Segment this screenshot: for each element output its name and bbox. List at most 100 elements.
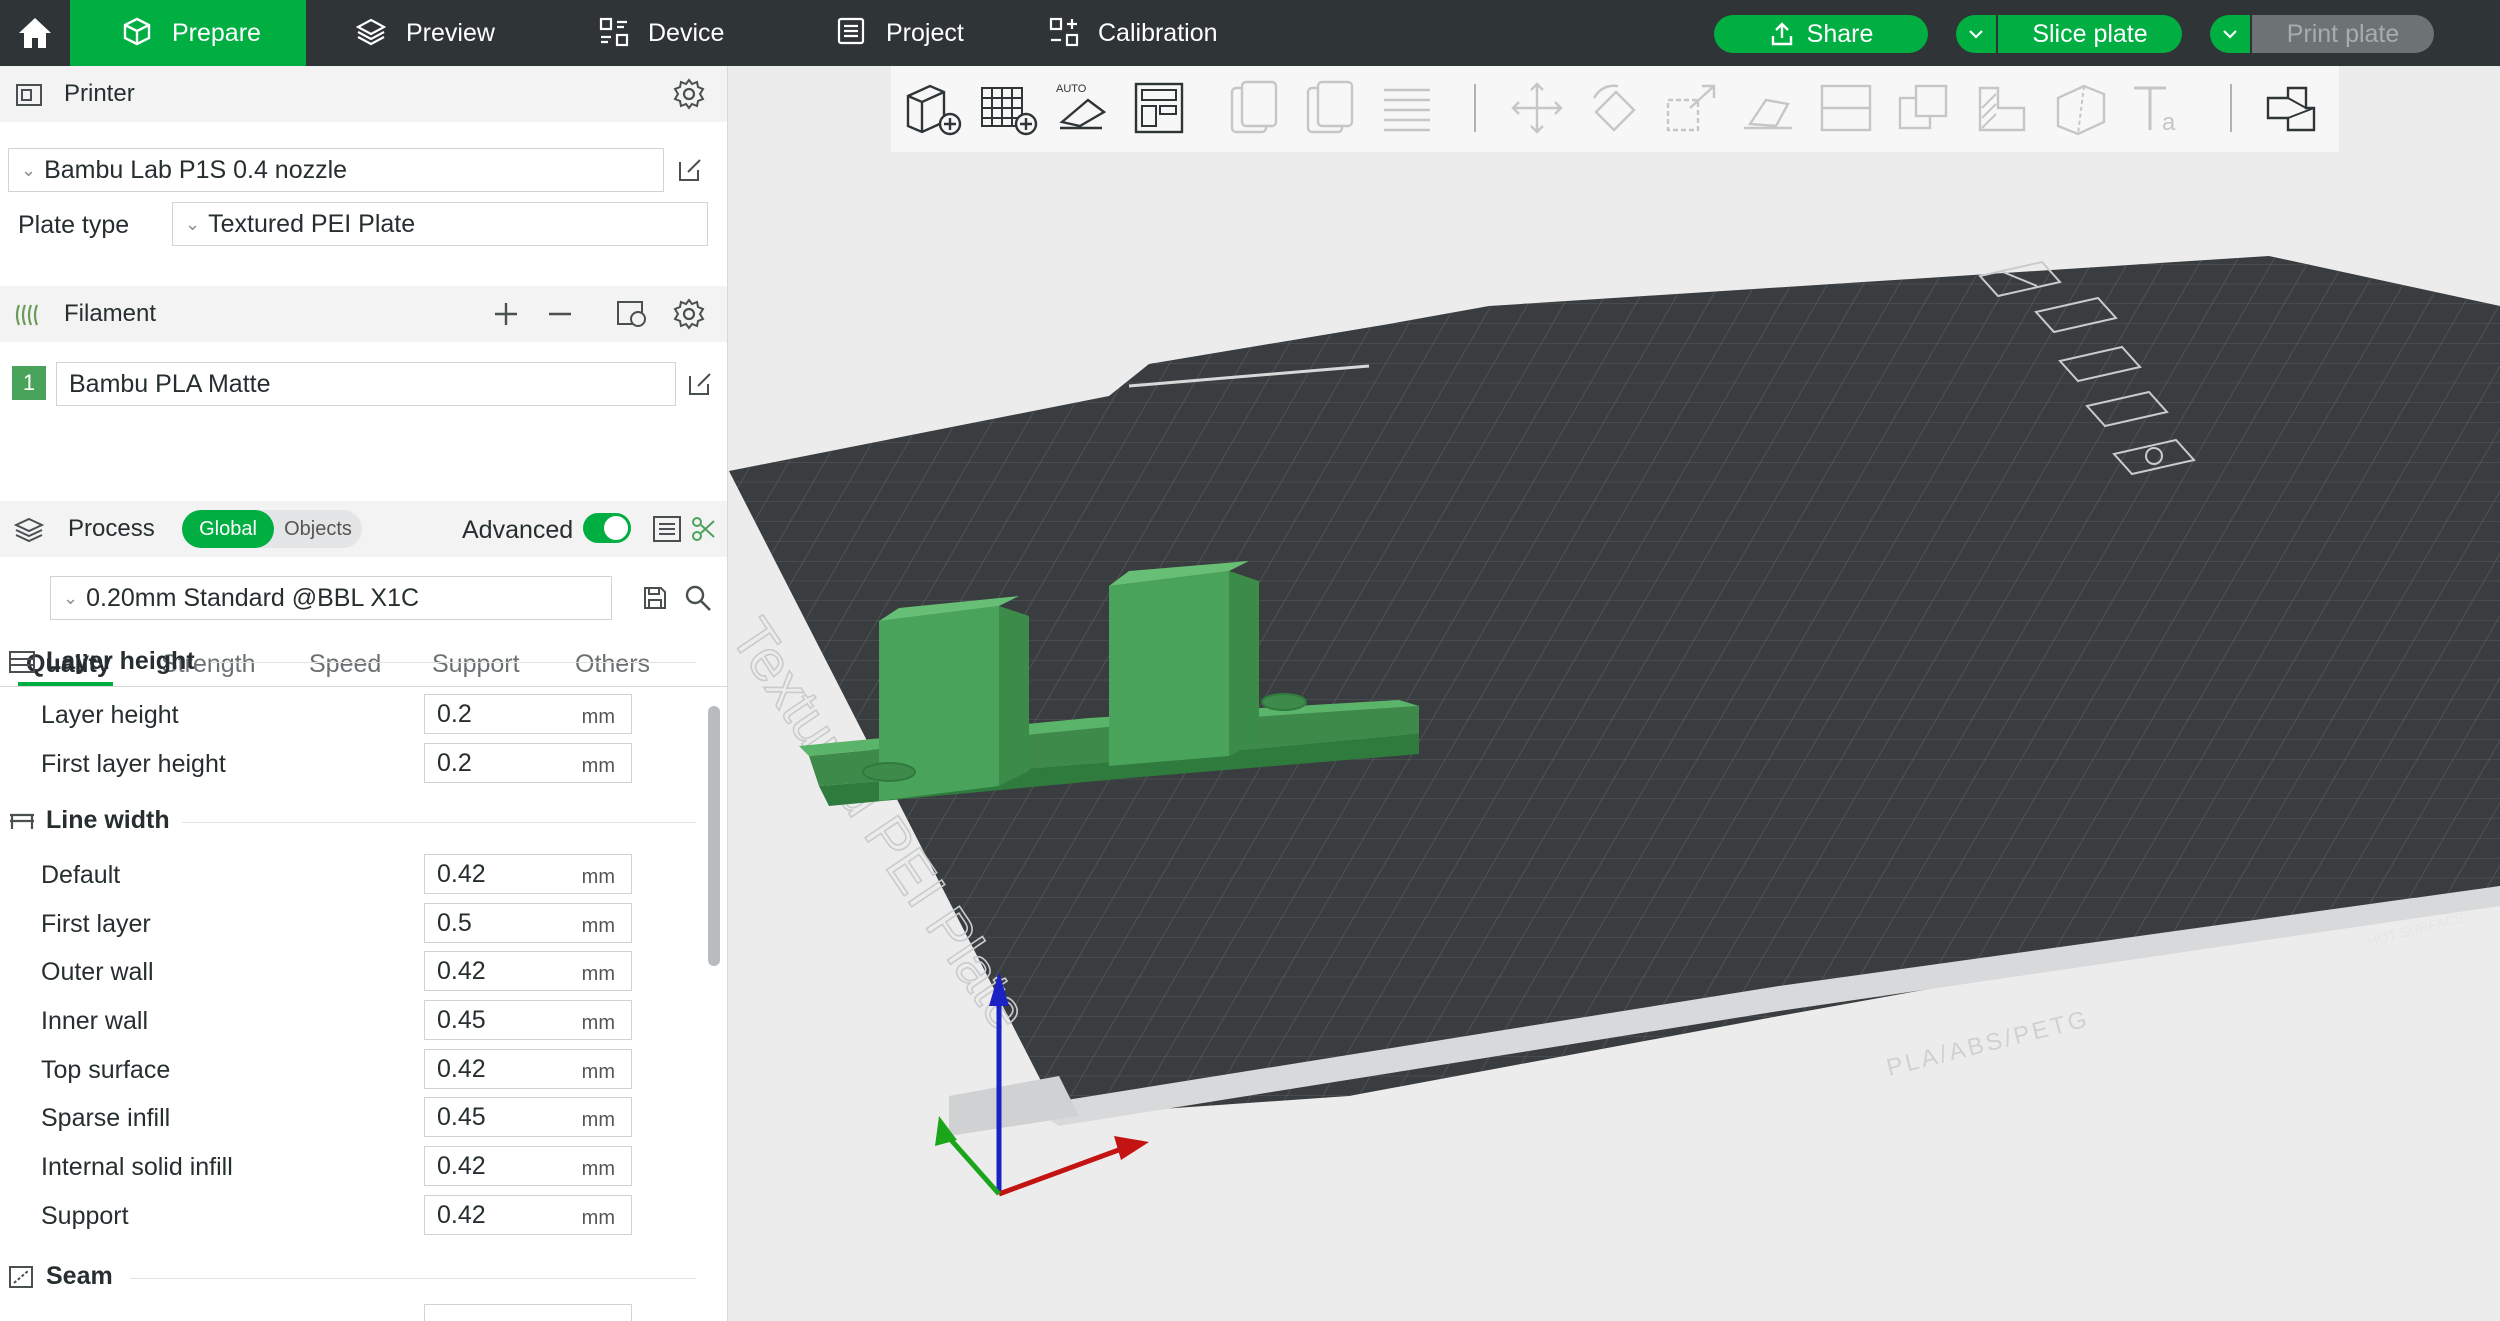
add-plate-icon[interactable] <box>976 78 1042 138</box>
chevron-down-icon: ⌄ <box>185 213 201 234</box>
tab-support[interactable]: Support <box>432 650 520 679</box>
layer-height-input[interactable]: 0.2 mm <box>424 694 632 734</box>
add-object-icon[interactable] <box>900 78 966 138</box>
chevron-down-icon <box>1969 30 1983 39</box>
remove-filament-icon[interactable] <box>547 301 573 327</box>
cube-icon <box>122 16 156 50</box>
line-width-section: Line width <box>8 806 170 835</box>
top-surface-line-width-input[interactable]: 0.42 mm <box>424 1049 632 1089</box>
printer-icon <box>16 84 42 106</box>
printer-select[interactable]: ⌄ Bambu Lab P1S 0.4 nozzle <box>8 148 664 192</box>
settings-scrollbar[interactable] <box>708 706 720 966</box>
arrange-icon[interactable] <box>1128 78 1194 138</box>
print-dropdown-button[interactable] <box>2210 15 2250 53</box>
move-icon[interactable] <box>1504 78 1570 138</box>
edit-printer-icon[interactable] <box>676 156 704 184</box>
tab-label: Preview <box>406 18 495 47</box>
default-line-width-input[interactable]: 0.42 mm <box>424 854 632 894</box>
process-preset-select[interactable]: ⌄ 0.20mm Standard @BBL X1C <box>50 576 612 620</box>
plate-type-select[interactable]: ⌄ Textured PEI Plate <box>172 202 708 246</box>
split-parts-icon[interactable] <box>1298 78 1364 138</box>
printer-settings-gear-icon[interactable] <box>672 77 706 111</box>
toolbar-separator <box>2230 84 2232 132</box>
lay-on-face-icon[interactable] <box>1736 78 1802 138</box>
variable-layer-height-icon[interactable] <box>1374 78 1440 138</box>
outer-wall-line-width-input[interactable]: 0.42 mm <box>424 951 632 991</box>
svg-text:AUTO: AUTO <box>1056 83 1087 95</box>
internal-solid-infill-line-width-input[interactable]: 0.42 mm <box>424 1146 632 1186</box>
support-paint-icon[interactable] <box>1970 78 2036 138</box>
group-divider <box>130 1278 696 1279</box>
param-label: Top surface <box>41 1056 171 1084</box>
support-line-width-input[interactable]: 0.42 mm <box>424 1195 632 1235</box>
tab-others[interactable]: Others <box>575 650 650 679</box>
search-icon[interactable] <box>684 584 712 612</box>
scale-icon[interactable] <box>1660 78 1726 138</box>
param-label: Layer height <box>41 701 179 729</box>
tab-calibration[interactable]: Calibration <box>1048 0 1218 66</box>
seam-position-partial-row <box>424 1304 632 1321</box>
project-icon <box>836 16 870 50</box>
advanced-toggle[interactable] <box>583 513 631 543</box>
global-option[interactable]: Global <box>182 510 274 548</box>
param-label: Outer wall <box>41 958 154 986</box>
filament-section-header: Filament <box>0 286 727 342</box>
auto-orient-icon[interactable]: AUTO <box>1052 78 1118 138</box>
tabs-divider <box>0 686 727 687</box>
tab-project[interactable]: Project <box>836 0 964 66</box>
settings-panel: Printer ⌄ Bambu Lab P1S 0.4 nozzle Plate… <box>0 66 728 1321</box>
advanced-label: Advanced <box>462 516 574 544</box>
first-layer-line-width-input[interactable]: 0.5 mm <box>424 903 632 943</box>
compare-icon[interactable] <box>690 515 718 543</box>
param-label: Internal solid infill <box>41 1153 233 1181</box>
slice-dropdown-button[interactable] <box>1956 15 1996 53</box>
tab-device[interactable]: Device <box>598 0 724 66</box>
param-label: Default <box>41 861 121 889</box>
device-icon <box>598 16 632 50</box>
seam-section: Seam <box>8 1262 113 1291</box>
sync-filament-icon[interactable] <box>616 299 648 329</box>
objects-option[interactable]: Objects <box>274 518 362 541</box>
chevron-down-icon <box>2223 30 2237 39</box>
slice-plate-button[interactable]: Slice plate <box>1998 15 2182 53</box>
cut-icon[interactable] <box>1814 78 1880 138</box>
chevron-down-icon: ⌄ <box>63 587 79 608</box>
filament-settings-gear-icon[interactable] <box>672 297 706 331</box>
calibration-icon <box>1048 16 1082 50</box>
tab-preview[interactable]: Preview <box>356 0 495 66</box>
sparse-infill-line-width-input[interactable]: 0.45 mm <box>424 1097 632 1137</box>
build-plate-scene: Textured PEI Plate PLA/ABS/PETG HOT SURF… <box>729 256 2500 1197</box>
plate-materials-text: PLA/ABS/PETG <box>1884 1005 2092 1082</box>
print-plate-button[interactable]: Print plate <box>2252 15 2434 53</box>
param-label: Inner wall <box>41 1007 148 1035</box>
plate-corner-marker <box>949 1076 1079 1136</box>
text-tool-icon[interactable]: a <box>2126 78 2192 138</box>
tab-label: Device <box>648 18 725 47</box>
split-objects-icon[interactable] <box>1222 78 1288 138</box>
first-layer-height-input[interactable]: 0.2 mm <box>424 743 632 783</box>
inner-wall-line-width-input[interactable]: 0.45 mm <box>424 1000 632 1040</box>
tab-speed[interactable]: Speed <box>309 650 381 679</box>
share-icon <box>1771 22 1792 46</box>
filament-select[interactable]: Bambu PLA Matte <box>56 362 676 406</box>
toolbar-separator <box>1474 84 1476 132</box>
rotate-icon[interactable] <box>1582 78 1648 138</box>
filament-icon <box>15 304 39 326</box>
seam-icon <box>9 1265 33 1288</box>
seam-paint-icon[interactable] <box>2048 78 2114 138</box>
layers-icon <box>356 16 390 50</box>
assembly-view-icon[interactable] <box>2258 78 2324 138</box>
tab-prepare[interactable]: Prepare <box>70 0 306 66</box>
tab-label: Calibration <box>1098 18 1218 47</box>
boolean-icon[interactable] <box>1892 78 1958 138</box>
list-view-icon[interactable] <box>652 515 682 543</box>
chevron-down-icon: ⌄ <box>21 159 37 180</box>
global-objects-switch[interactable]: Global Objects <box>182 510 362 548</box>
share-button[interactable]: Share <box>1714 15 1928 53</box>
plate-type-label: Plate type <box>18 211 130 239</box>
edit-filament-icon[interactable] <box>686 370 714 398</box>
save-preset-icon[interactable] <box>642 585 668 611</box>
home-button[interactable] <box>0 0 70 66</box>
add-filament-icon[interactable] <box>493 301 519 327</box>
3d-viewport[interactable]: Textured PEI Plate PLA/ABS/PETG HOT SURF… <box>729 66 2500 1321</box>
